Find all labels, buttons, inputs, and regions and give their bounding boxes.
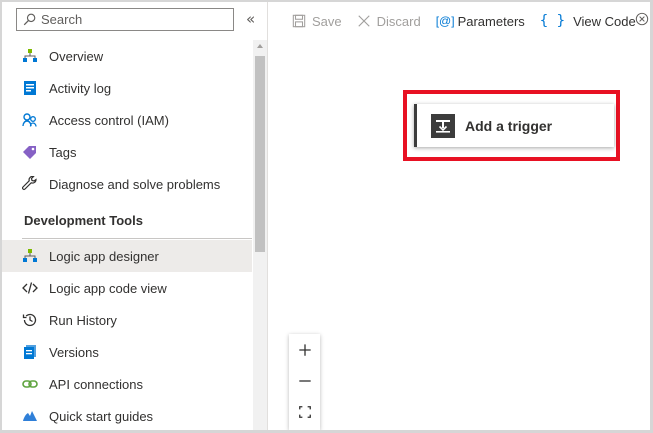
history-icon [22, 312, 38, 328]
minus-icon [298, 379, 311, 382]
nav-item-api-connections[interactable]: API connections [2, 368, 252, 400]
parameters-label: Parameters [457, 13, 525, 29]
access-control-icon [22, 112, 38, 128]
nav-item-diagnose[interactable]: Diagnose and solve problems [2, 168, 252, 200]
zoom-controls [289, 334, 320, 430]
parameters-button[interactable]: [@] Parameters [436, 14, 525, 29]
versions-icon [22, 344, 38, 360]
nav-item-quick-start[interactable]: Quick start guides [2, 400, 252, 430]
nav-item-code-view[interactable]: Logic app code view [2, 272, 252, 304]
save-label: Save [312, 13, 342, 29]
trigger-icon [431, 113, 455, 138]
braces-icon: { } [539, 13, 566, 29]
nav-item-label: API connections [49, 376, 143, 392]
search-box[interactable] [16, 8, 234, 31]
discard-label: Discard [376, 13, 421, 29]
search-icon [23, 13, 36, 26]
fit-screen-icon [298, 405, 311, 418]
nav-item-overview[interactable]: Overview [2, 40, 252, 72]
nav-item-label: Diagnose and solve problems [49, 176, 221, 192]
overview-icon [22, 48, 38, 64]
add-trigger-card[interactable]: Add a trigger [414, 104, 614, 147]
code-icon [22, 280, 38, 296]
close-circle-icon [635, 12, 649, 26]
nav-item-logic-app-designer[interactable]: Logic app designer [2, 240, 252, 272]
nav-item-run-history[interactable]: Run History [2, 304, 252, 336]
view-code-button[interactable]: { } View Code [540, 13, 636, 29]
nav-menu: Overview Activity log Access control (IA… [2, 40, 252, 430]
fit-to-screen-button[interactable] [289, 396, 320, 427]
nav-item-label: Overview [49, 48, 104, 64]
close-designer-button[interactable] [635, 12, 649, 31]
wrench-icon [22, 176, 38, 192]
nav-item-tags[interactable]: Tags [2, 136, 252, 168]
scroll-up-arrow-icon[interactable] [257, 44, 263, 48]
save-icon [292, 14, 306, 28]
section-divider [22, 238, 252, 239]
parameters-icon: [@] [435, 14, 455, 28]
api-connections-icon [22, 376, 38, 392]
nav-item-label: Tags [49, 144, 77, 160]
tag-icon [22, 144, 38, 160]
nav-item-label: Quick start guides [49, 408, 154, 424]
nav-item-activity-log[interactable]: Activity log [2, 72, 252, 104]
nav-scrollbar[interactable] [253, 40, 267, 430]
nav-item-label: Run History [49, 312, 117, 328]
search-input[interactable] [41, 12, 221, 27]
nav-item-label: Logic app designer [49, 248, 159, 264]
collapse-pane-button[interactable]: « [246, 10, 255, 28]
add-trigger-label: Add a trigger [465, 117, 553, 134]
scrollbar-thumb[interactable] [255, 56, 265, 252]
zoom-in-button[interactable] [289, 334, 320, 365]
discard-icon [357, 15, 370, 27]
designer-icon [22, 248, 38, 264]
nav-item-access-control[interactable]: Access control (IAM) [2, 104, 252, 136]
discard-button[interactable]: Discard [357, 14, 421, 29]
nav-item-label: Versions [49, 344, 99, 360]
nav-item-label: Logic app code view [49, 280, 167, 296]
activity-log-icon [22, 80, 38, 96]
app-window: « Overview Activity log Access control (… [0, 0, 653, 433]
left-nav-pane: « Overview Activity log Access control (… [2, 2, 268, 430]
nav-item-label: Activity log [49, 80, 112, 96]
designer-toolbar: Save Discard [@] Parameters { } View Cod… [292, 10, 650, 32]
quickstart-icon [22, 408, 38, 424]
nav-item-versions[interactable]: Versions [2, 336, 252, 368]
zoom-out-button[interactable] [289, 365, 320, 396]
section-heading-development-tools: Development Tools [24, 213, 143, 228]
view-code-label: View Code [573, 13, 636, 29]
save-button[interactable]: Save [292, 14, 342, 29]
nav-item-label: Access control (IAM) [49, 112, 169, 128]
plus-icon [298, 343, 311, 356]
